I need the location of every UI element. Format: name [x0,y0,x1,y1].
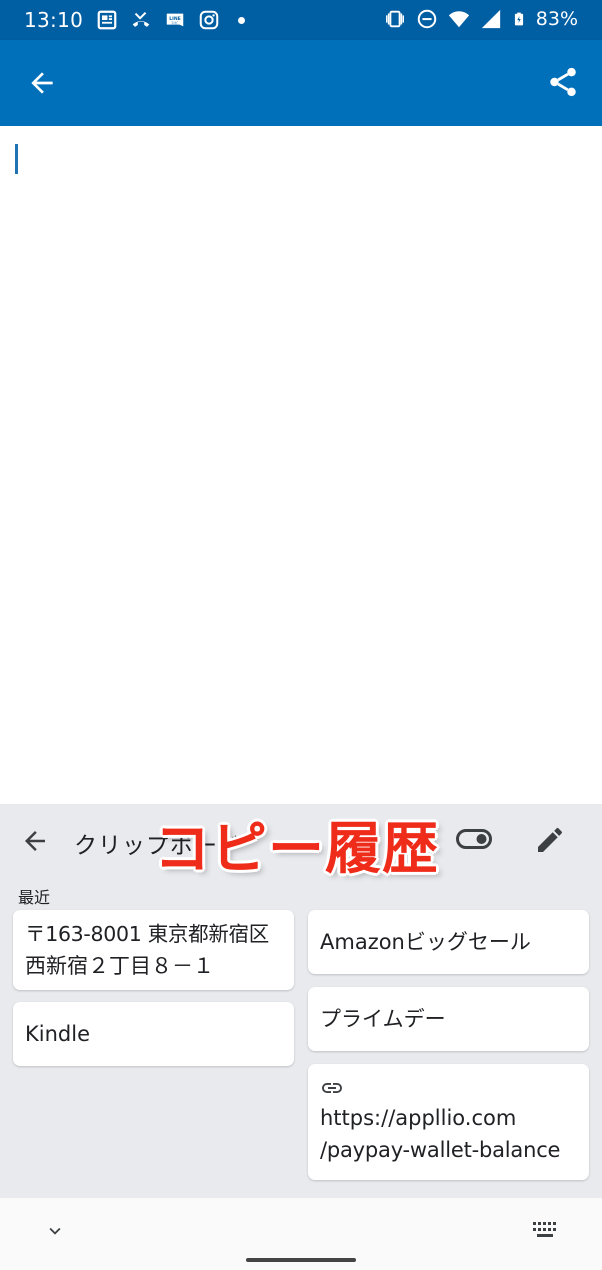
signal-icon [481,9,500,29]
section-recent-label: 最近 [18,888,51,907]
instagram-icon [199,10,219,30]
clip-item-text: /paypay-wallet-balance [320,1138,561,1162]
clipboard-panel: クリップボード コピー履歴 最近 〒163-8001 東京都新宿区 西新宿２丁目… [0,804,602,1198]
clip-item-text: 西新宿２丁目８－１ [25,954,214,978]
gesture-navigation-bar[interactable] [246,1258,356,1262]
svg-text:ﾏﾝｶﾞ: ﾏﾝｶﾞ [171,20,178,25]
keyboard-icon[interactable] [532,1220,560,1242]
text-editor[interactable] [0,126,602,804]
notification-icons: LINE ﾏﾝｶﾞ [96,9,245,31]
text-cursor [15,144,18,174]
clip-item-kindle[interactable]: Kindle [13,1002,294,1066]
clipboard-header: クリップボード コピー履歴 [0,804,602,882]
clip-item-url[interactable]: https://appllio.com /paypay-wallet-balan… [308,1064,589,1180]
arrow-back-icon[interactable] [26,67,58,99]
clip-item-amazon-sale[interactable]: Amazonビッグセール [308,910,589,974]
battery-icon [514,12,523,26]
clip-item-address[interactable]: 〒163-8001 東京都新宿区 西新宿２丁目８－１ [13,910,294,990]
battery-percent: 83% [535,8,578,30]
missed-call-icon [132,11,150,27]
share-icon[interactable] [546,65,580,99]
clip-item-text: プライムデー [320,1007,446,1031]
link-icon [322,1083,342,1093]
chevron-down-icon[interactable] [44,1220,66,1242]
dnd-icon [417,9,437,29]
toggle-icon[interactable] [456,828,492,850]
clip-item-text: 〒163-8001 東京都新宿区 [25,922,269,946]
arrow-back-icon[interactable] [20,826,50,856]
vibrate-icon [385,10,404,28]
clip-item-text: Kindle [25,1022,90,1046]
app-bar [0,40,602,126]
wifi-icon [448,11,469,28]
clip-item-prime-day[interactable]: プライムデー [308,987,589,1051]
copy-history-overlay: コピー履歴 [154,817,439,882]
status-time: 13:10 [24,8,84,32]
line-manga-icon: LINEﾏﾝｶﾞ [166,13,184,27]
pencil-icon[interactable] [534,824,566,856]
system-icons: 83% [384,8,578,30]
dot-icon [238,16,245,24]
news-icon [97,10,117,30]
clip-item-text: https://appllio.com [320,1106,517,1130]
clip-item-text: Amazonビッグセール [320,930,531,954]
status-bar: 13:10 LINE ﾏﾝｶﾞ 83% [0,0,602,40]
keyboard-nav-bar [0,1198,602,1270]
